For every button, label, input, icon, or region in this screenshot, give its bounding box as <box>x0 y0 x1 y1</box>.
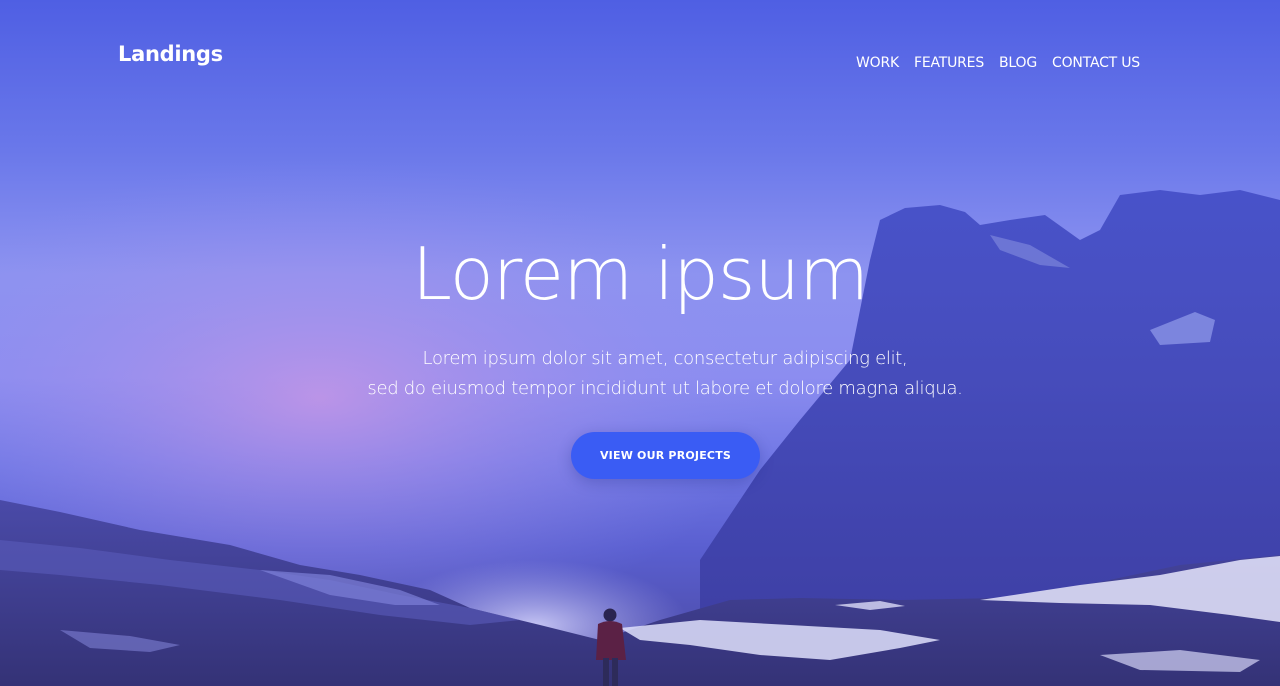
hero-subtitle: Lorem ipsum dolor sit amet, consectetur … <box>0 344 1280 404</box>
nav-item-work[interactable]: WORK <box>856 55 899 71</box>
main-nav: WORK FEATURES BLOG CONTACT US <box>856 55 1140 71</box>
nav-item-blog[interactable]: BLOG <box>999 55 1037 71</box>
hero-title: Lorem ipsum <box>411 232 869 316</box>
nav-item-features[interactable]: FEATURES <box>914 55 984 71</box>
hero-section: Landings WORK FEATURES BLOG CONTACT US L… <box>0 0 1280 686</box>
hero-subtitle-line-1: Lorem ipsum dolor sit amet, consectetur … <box>422 348 908 369</box>
view-projects-button[interactable]: VIEW OUR PROJECTS <box>571 432 760 479</box>
hero-subtitle-line-2: sed do eiusmod tempor incididunt ut labo… <box>367 378 963 399</box>
mountain-background-image <box>0 0 1280 686</box>
nav-item-contact-us[interactable]: CONTACT US <box>1052 55 1140 71</box>
brand-logo[interactable]: Landings <box>118 42 223 66</box>
